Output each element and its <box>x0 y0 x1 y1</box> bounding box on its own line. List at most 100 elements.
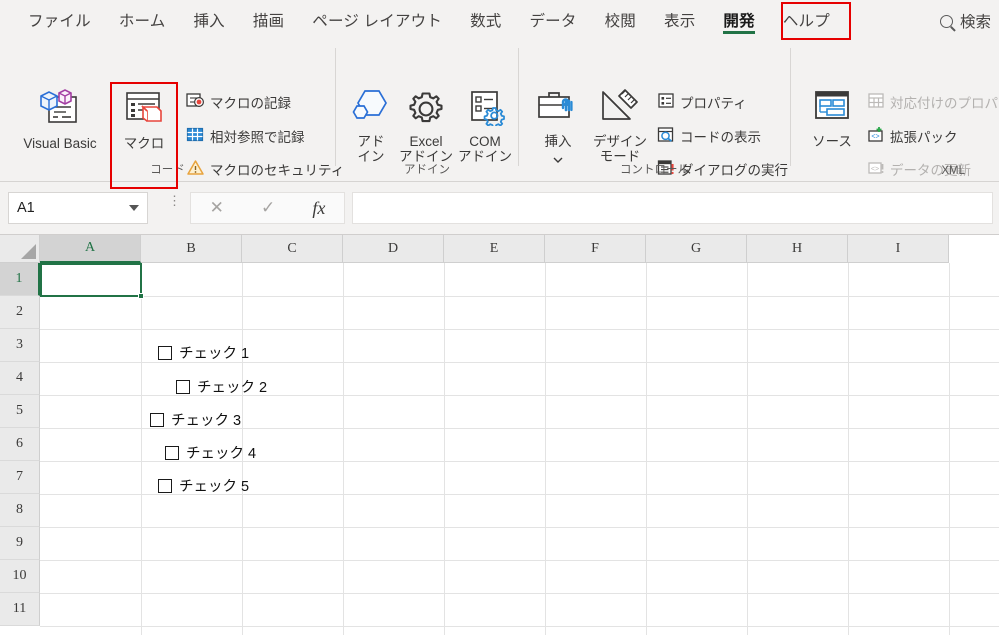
gridline-v <box>545 263 546 635</box>
gridline-h <box>40 626 999 627</box>
fx-icon[interactable]: fx <box>312 198 325 219</box>
column-header-h[interactable]: H <box>747 235 848 263</box>
column-header-a[interactable]: A <box>40 235 141 263</box>
row-header-2[interactable]: 2 <box>0 296 40 329</box>
checkbox-icon[interactable] <box>158 345 172 360</box>
ribbon-group-controls: 挿入 デザイン モード プロパティ コードの表示 ダイアログの実行 コントロール <box>519 40 790 182</box>
excel-addin-button[interactable]: Excel アドイン <box>398 88 454 164</box>
column-header-e[interactable]: E <box>444 235 545 263</box>
expansion-packs-button[interactable]: <> 拡張パック <box>867 126 958 146</box>
addin-label-1: アド <box>357 134 385 150</box>
visual-basic-icon <box>37 88 83 131</box>
com-addin-icon <box>463 88 507 129</box>
gridline-h <box>40 560 999 561</box>
tab-file[interactable]: ファイル <box>14 5 105 35</box>
row-header-8[interactable]: 8 <box>0 494 40 527</box>
tab-review[interactable]: 校閲 <box>591 5 650 35</box>
ribbon-group-addins: アド イン Excel アドイン COM アドイン アドイン <box>336 40 518 182</box>
column-header-g[interactable]: G <box>646 235 747 263</box>
xml-source-label: ソース <box>812 134 852 150</box>
ribbon-group-xml: ソース 対応付けのプロパ <> 拡張パック <> データの更新 XML <box>791 40 999 182</box>
row-header-3[interactable]: 3 <box>0 329 40 362</box>
excel-addin-label-1: Excel <box>409 134 443 150</box>
tab-page-layout[interactable]: ページ レイアウト <box>298 5 456 35</box>
checkbox-icon[interactable] <box>150 412 164 427</box>
spreadsheet-grid[interactable]: A B C D E F G H I 1 2 3 4 5 6 7 8 9 10 1… <box>0 235 999 635</box>
expansion-packs-label: 拡張パック <box>890 130 958 145</box>
properties-button[interactable]: プロパティ <box>657 92 747 112</box>
checkbox-control-1[interactable]: チェック 1 <box>158 342 249 363</box>
formula-bar-grip[interactable]: ⋮ <box>168 194 181 207</box>
record-macro-button[interactable]: マクロの記録 <box>186 92 291 112</box>
tab-draw[interactable]: 描画 <box>239 5 298 35</box>
gridline-v <box>949 263 950 635</box>
visual-basic-button[interactable]: Visual Basic <box>10 88 110 151</box>
row-header-7[interactable]: 7 <box>0 461 40 494</box>
row-header-6[interactable]: 6 <box>0 428 40 461</box>
chevron-down-icon[interactable] <box>129 205 139 211</box>
relative-reference-label: 相対参照で記録 <box>210 130 305 145</box>
map-properties-label: 対応付けのプロパ <box>890 96 998 111</box>
formula-input[interactable] <box>352 192 993 224</box>
group-label-addins: アドイン <box>404 164 450 176</box>
name-box[interactable]: A1 <box>8 192 148 224</box>
com-addin-button[interactable]: COM アドイン <box>456 88 514 164</box>
checkbox-control-2[interactable]: チェック 2 <box>176 376 267 397</box>
gridline-v <box>141 263 142 635</box>
checkbox-icon[interactable] <box>158 478 172 493</box>
view-code-button[interactable]: コードの表示 <box>657 126 761 146</box>
column-header-d[interactable]: D <box>343 235 444 263</box>
search-input[interactable]: 検索 <box>940 10 991 32</box>
row-header-4[interactable]: 4 <box>0 362 40 395</box>
map-properties-icon <box>867 92 885 112</box>
gridline-v <box>343 263 344 635</box>
gear-icon <box>404 88 448 129</box>
tab-help[interactable]: ヘルプ <box>769 5 844 35</box>
checkbox-control-4[interactable]: チェック 4 <box>165 442 256 463</box>
macro-button[interactable]: マクロ <box>112 88 176 151</box>
tab-home[interactable]: ホーム <box>105 5 180 35</box>
formula-bar-buttons: ✕ ✓ fx <box>190 192 345 224</box>
insert-control-button[interactable]: 挿入 <box>529 88 587 166</box>
row-header-11[interactable]: 11 <box>0 593 40 626</box>
checkbox-icon[interactable] <box>176 379 190 394</box>
view-code-label: コードの表示 <box>680 130 761 145</box>
select-all-corner[interactable] <box>0 235 40 263</box>
column-header-i[interactable]: I <box>848 235 949 263</box>
properties-icon <box>657 92 675 112</box>
relative-reference-button[interactable]: 相対参照で記録 <box>186 126 305 146</box>
row-header-9[interactable]: 9 <box>0 527 40 560</box>
tab-formulas[interactable]: 数式 <box>456 5 515 35</box>
row-header-5[interactable]: 5 <box>0 395 40 428</box>
close-icon[interactable]: ✕ <box>210 198 224 218</box>
addin-button[interactable]: アド イン <box>344 88 398 164</box>
design-mode-icon <box>597 88 643 129</box>
view-code-icon <box>657 126 675 146</box>
macro-icon <box>121 88 167 131</box>
checkbox-control-3[interactable]: チェック 3 <box>150 409 241 430</box>
design-mode-button[interactable]: デザイン モード <box>587 88 653 164</box>
insert-control-label: 挿入 <box>544 134 572 150</box>
formula-bar: A1 ⋮ ✕ ✓ fx <box>0 182 999 235</box>
column-header-c[interactable]: C <box>242 235 343 263</box>
xml-source-button[interactable]: ソース <box>801 88 863 149</box>
map-properties-button: 対応付けのプロパ <box>867 92 998 112</box>
checkbox-label-3: チェック 3 <box>171 413 242 429</box>
tab-developer[interactable]: 開発 <box>709 5 768 35</box>
checkbox-control-5[interactable]: チェック 5 <box>158 475 249 496</box>
group-label-xml: XML <box>941 165 965 177</box>
tab-data[interactable]: データ <box>515 5 590 35</box>
gridline-v <box>646 263 647 635</box>
check-icon[interactable]: ✓ <box>261 198 275 218</box>
tab-view[interactable]: 表示 <box>650 5 709 35</box>
column-header-b[interactable]: B <box>141 235 242 263</box>
column-header-f[interactable]: F <box>545 235 646 263</box>
record-macro-icon <box>186 92 205 112</box>
tab-insert[interactable]: 挿入 <box>179 5 238 35</box>
expansion-packs-icon: <> <box>867 126 885 146</box>
checkbox-label-1: チェック 1 <box>179 346 250 362</box>
row-header-1[interactable]: 1 <box>0 263 40 296</box>
row-header-10[interactable]: 10 <box>0 560 40 593</box>
active-tab-underline <box>723 31 755 34</box>
checkbox-icon[interactable] <box>165 445 179 460</box>
